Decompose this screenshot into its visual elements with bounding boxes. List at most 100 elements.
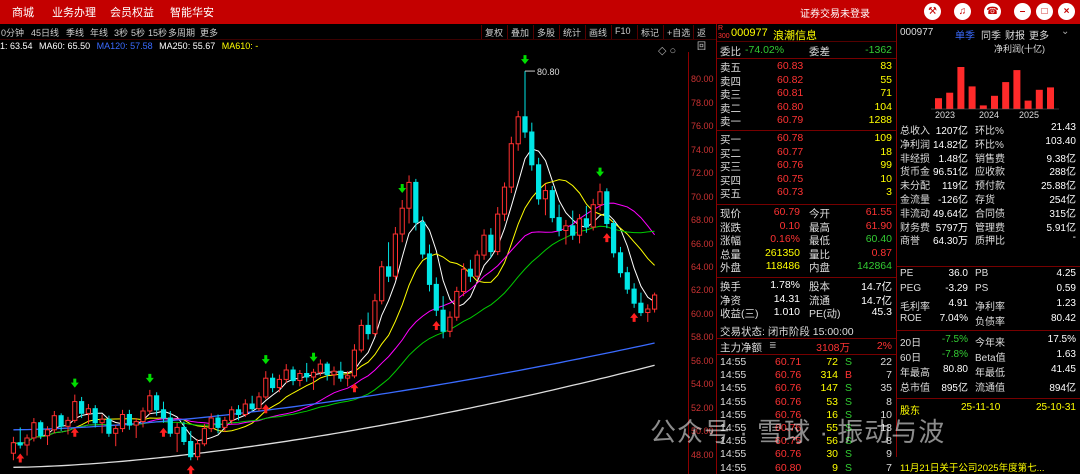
fund-value: 96.51亿 xyxy=(932,167,968,179)
candle-body xyxy=(17,442,23,446)
minimize-icon[interactable]: – xyxy=(1014,3,1031,20)
stat-value: 14.31 xyxy=(773,292,800,305)
price-tick-label: 74.00 xyxy=(691,144,714,155)
tick-time: 14:55 xyxy=(720,461,747,474)
period-tab-3s[interactable]: 3秒 xyxy=(114,26,128,39)
candle-body xyxy=(195,443,201,458)
stat-value: 142864 xyxy=(856,260,892,273)
buy-signal-icon xyxy=(16,453,25,463)
news-ticker[interactable]: 11月21日关于公司2025年度第七... xyxy=(896,457,1080,474)
tab-report[interactable]: 财报 xyxy=(1005,27,1025,42)
tab-more[interactable]: 更多 xyxy=(1029,27,1049,42)
fund-label: 货币金 xyxy=(900,167,930,179)
candle-body xyxy=(454,290,460,318)
fund-label: 净利润 xyxy=(900,139,930,151)
tick-side: S xyxy=(845,356,853,368)
candle-body xyxy=(167,417,173,434)
tab-same-quarter[interactable]: 同季 xyxy=(981,27,1001,42)
weibi-label: 委比 xyxy=(720,46,741,58)
stat-value: 118486 xyxy=(765,260,800,273)
bar-year-2025: 2025 xyxy=(1019,110,1040,120)
ask-volume: 71 xyxy=(880,87,892,100)
login-status[interactable]: 证券交易未登录 xyxy=(800,5,870,20)
menu-item-smart[interactable]: 智能华安 xyxy=(170,4,214,20)
fund-label: PS xyxy=(975,283,989,294)
candle-body xyxy=(488,234,494,253)
period-tab-quarter[interactable]: 季线 xyxy=(66,26,84,39)
price-tick-label: 70.00 xyxy=(691,191,714,202)
divider xyxy=(897,266,1080,267)
fund-value: 315亿 xyxy=(1049,208,1076,220)
weicha-value: -1362 xyxy=(865,44,892,56)
candle-body xyxy=(215,417,221,428)
candlestick-chart[interactable]: 80.80 xyxy=(0,52,688,474)
menu-item-member[interactable]: 会员权益 xyxy=(110,4,154,20)
profit-bar xyxy=(968,86,976,109)
weicha-label: 委差 xyxy=(809,46,830,58)
maximize-icon[interactable]: □ xyxy=(1036,3,1053,20)
high-marker-label: 80.80 xyxy=(537,67,560,77)
tool-adjust[interactable]: 复权 xyxy=(481,25,506,39)
candle-body xyxy=(481,234,487,256)
tool-back[interactable]: 返回 xyxy=(693,25,716,51)
tick-side: B xyxy=(845,369,853,382)
period-tab-45[interactable]: 45日线 xyxy=(31,26,59,39)
menu-item-mall[interactable]: 商城 xyxy=(12,4,34,20)
tick-count: 9 xyxy=(886,448,892,461)
tool-draw[interactable]: 画线 xyxy=(585,25,610,39)
sell-signal-icon xyxy=(145,373,154,383)
tool-overlay[interactable]: 叠加 xyxy=(507,25,532,39)
bell-icon[interactable]: ♫ xyxy=(954,3,971,20)
fund-value: 5797万 xyxy=(935,222,968,234)
fund-value: 49.64亿 xyxy=(932,208,968,220)
candle-body xyxy=(297,373,303,381)
candle-body xyxy=(386,266,392,277)
bid-label: 买五 xyxy=(720,188,741,201)
divider xyxy=(717,277,897,278)
tool-add-favorite[interactable]: +自选 xyxy=(663,25,693,39)
fund-label: 流通值 xyxy=(975,383,1005,394)
bid-volume: 109 xyxy=(874,132,892,144)
fund-label: PEG xyxy=(900,283,922,294)
fund-label: 总收入 xyxy=(900,126,930,137)
candle-body xyxy=(283,369,289,380)
headset-icon[interactable]: ☎ xyxy=(984,3,1001,20)
tick-price: 60.71 xyxy=(775,356,802,368)
ask-volume: 1288 xyxy=(868,114,892,127)
period-tab-multi[interactable]: 多周期 xyxy=(168,26,195,39)
tool-stats[interactable]: 统计 xyxy=(559,25,584,39)
tick-side: S xyxy=(845,382,853,395)
candle-body xyxy=(392,233,398,277)
shareholder-date-1: 25-11-10 xyxy=(961,402,1001,413)
candle-body xyxy=(201,428,208,445)
stat-value: 0.87 xyxy=(871,246,892,259)
candle-body xyxy=(338,370,344,379)
fund-label: 非经损 xyxy=(900,153,930,165)
stat-value: 61.90 xyxy=(865,219,892,232)
list-icon: ≣ xyxy=(769,340,777,350)
wrench-icon[interactable]: ⚒ xyxy=(924,3,941,20)
period-tab-15s[interactable]: 15秒 xyxy=(148,26,167,39)
candle-body xyxy=(249,403,255,410)
tool-mark[interactable]: 标记 xyxy=(637,25,662,39)
chevron-down-icon[interactable]: ⌄ xyxy=(1061,26,1069,37)
tab-quarter[interactable]: 单季 xyxy=(955,27,975,42)
period-tab-5s[interactable]: 5秒 xyxy=(131,26,145,39)
candle-body xyxy=(147,395,153,412)
stock-name: 浪潮信息 xyxy=(773,30,817,42)
ma-legend-4: MA610: - xyxy=(221,41,259,51)
candle-body xyxy=(406,181,412,209)
period-tab-0[interactable]: 0分钟 xyxy=(1,26,24,39)
candle-body xyxy=(556,217,562,232)
period-tab-year[interactable]: 年线 xyxy=(90,26,108,39)
period-tab-more[interactable]: 更多 xyxy=(200,26,218,39)
close-icon[interactable]: × xyxy=(1058,3,1075,20)
fund-label: 销售费 xyxy=(975,153,1005,165)
ma-legend-1: MA60: 65.50 xyxy=(39,41,91,51)
menu-item-business[interactable]: 业务办理 xyxy=(52,4,96,20)
candle-body xyxy=(10,442,16,454)
tool-f10[interactable]: F10 xyxy=(611,25,634,39)
candle-body xyxy=(310,371,317,378)
fund-value: -7.5% xyxy=(941,334,968,345)
tool-multi-stock[interactable]: 多股 xyxy=(533,25,558,39)
